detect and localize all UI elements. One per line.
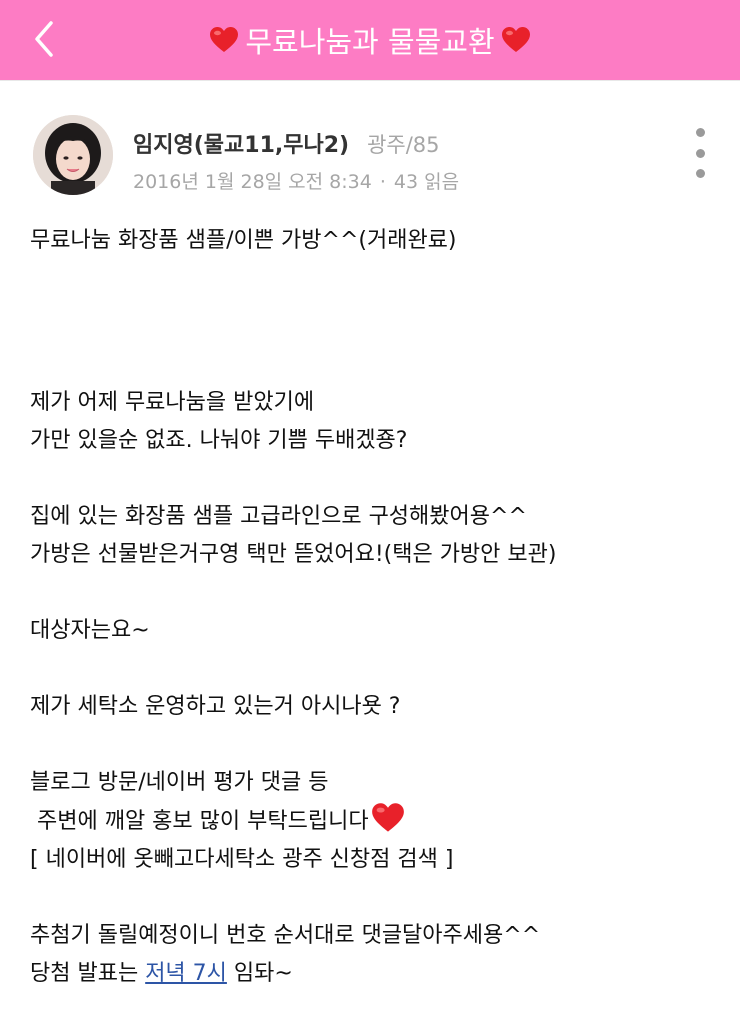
- body-line: 대상자는요~: [30, 618, 150, 643]
- header-divider: [0, 80, 740, 81]
- body-line-with-link: 당첨 발표는 저녁 7시 임돠~: [30, 955, 730, 993]
- avatar[interactable]: [33, 115, 113, 195]
- post-date: 2016년 1월 28일 오전 8:34: [133, 171, 372, 193]
- page-title: 무료나눔과 물물교환: [245, 25, 495, 59]
- view-count: 43 읽음: [393, 171, 460, 193]
- body-line: 블로그 방문/네이버 평가 댓글 등: [30, 770, 329, 795]
- author-region: 광주/85: [367, 133, 440, 157]
- body-line-text: 당첨 발표는: [30, 961, 146, 986]
- body-line: 제가 어제 무료나눔을 받았기에: [30, 390, 315, 415]
- chevron-left-icon: [35, 21, 53, 57]
- post-title: 무료나눔 화장품 샘플/이쁜 가방^^(거래완료): [30, 228, 457, 253]
- heart-icon: [501, 25, 531, 55]
- heart-icon: [371, 803, 404, 832]
- header-title-group: 무료나눔과 물물교환: [209, 19, 530, 61]
- post-meta: 2016년 1월 28일 오전 8:34 · 43 읽음: [133, 167, 459, 194]
- post-body: 제가 어제 무료나눔을 받았기에 가만 있을순 없죠. 나눠야 기쁨 두배겠죵?…: [30, 384, 730, 993]
- author-block: 임지영(물교11,무나2) 광주/85 2016년 1월 28일 오전 8:34…: [33, 115, 713, 205]
- body-line: 집에 있는 화장품 샘플 고급라인으로 구성해봤어용^^: [30, 504, 527, 529]
- body-line: 추첨기 돌릴예정이니 번호 순서대로 댓글달아주세용^^: [30, 923, 541, 948]
- top-app-bar: 무료나눔과 물물교환: [0, 0, 740, 80]
- more-vertical-icon: [695, 169, 705, 178]
- back-button[interactable]: [22, 16, 66, 62]
- more-vertical-icon: [695, 128, 705, 137]
- more-vertical-icon: [695, 148, 705, 158]
- author-name[interactable]: 임지영(물교11,무나2): [133, 127, 349, 159]
- body-line: 가만 있을순 없죠. 나눠야 기쁨 두배겠죵?: [30, 428, 408, 453]
- author-name-row: 임지영(물교11,무나2) 광주/85: [133, 127, 440, 159]
- meta-separator: ·: [379, 171, 386, 193]
- body-line-text: 주변에 깨알 홍보 많이 부탁드립니다: [30, 809, 369, 834]
- body-line-with-heart: 주변에 깨알 홍보 많이 부탁드립니다: [30, 802, 730, 841]
- body-line: 제가 세탁소 운영하고 있는거 아시나욧 ?: [30, 694, 401, 719]
- body-line: 가방은 선물받은거구영 택만 뜯었어요!(택은 가방안 보관): [30, 542, 557, 567]
- body-line-text: 임돠~: [226, 961, 293, 986]
- body-line: [ 네이버에 옷빼고다세탁소 광주 신창점 검색 ]: [30, 847, 454, 872]
- more-options-button[interactable]: [688, 128, 712, 178]
- time-link[interactable]: 저녁 7시: [145, 961, 227, 986]
- heart-icon: [209, 25, 239, 55]
